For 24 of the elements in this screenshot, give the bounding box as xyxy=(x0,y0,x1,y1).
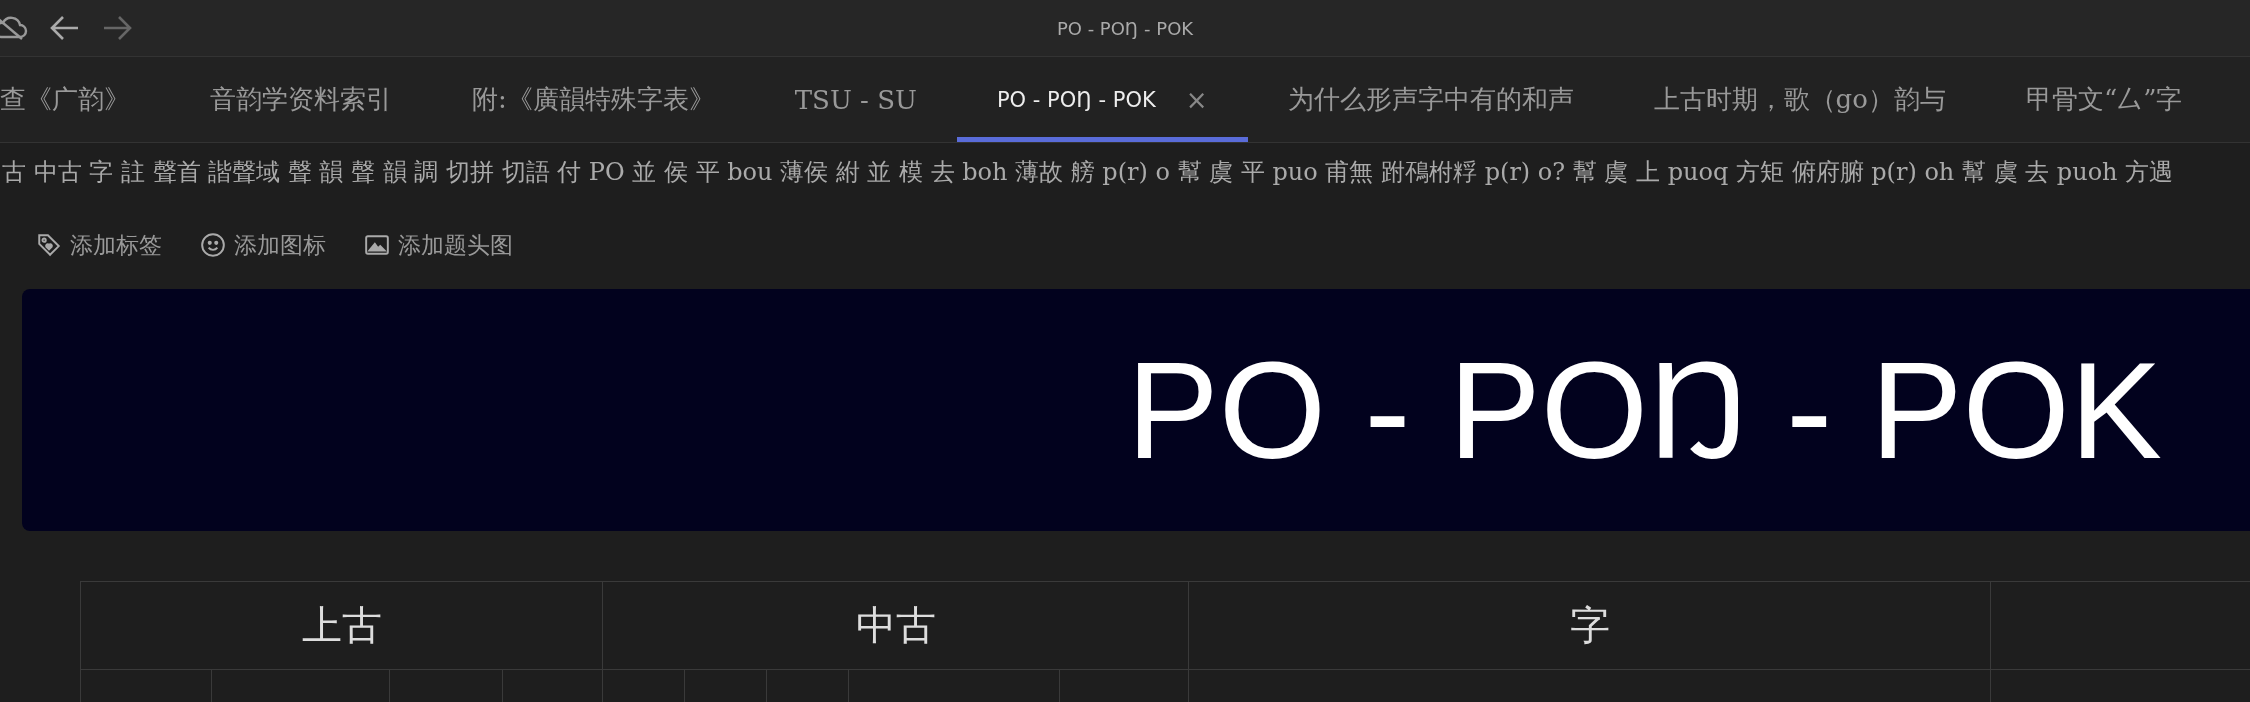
table-header-cell: 上古 xyxy=(80,581,603,670)
tab[interactable]: TSU - SU xyxy=(754,57,957,142)
forward-arrow-icon[interactable] xyxy=(102,15,132,41)
add-button[interactable]: 添加题头图 xyxy=(364,229,513,261)
tag-icon xyxy=(36,232,62,258)
tab[interactable]: 甲骨文“厶”字 xyxy=(1985,57,2223,142)
table-header-cell: 中古 xyxy=(602,581,1189,670)
add-button[interactable]: 添加标签 xyxy=(36,229,162,261)
page-title: PO - POŊ - POK xyxy=(1126,341,2162,479)
image-icon xyxy=(364,232,390,258)
tab[interactable]: 附:《廣韻特殊字表》 xyxy=(432,57,755,142)
table-header-cell: 字 xyxy=(1188,581,1991,670)
tab[interactable]: PO - POŊ - POK × xyxy=(956,57,1248,142)
tab[interactable]: 音韵学资料索引 xyxy=(170,57,432,142)
close-icon[interactable]: × xyxy=(1185,84,1208,115)
cloud-off-icon[interactable] xyxy=(0,14,28,42)
back-arrow-icon[interactable] xyxy=(50,15,80,41)
tab[interactable]: 为什么形声字中有的和声 xyxy=(1247,57,1614,142)
tab[interactable]: 查《广韵》 xyxy=(0,57,170,142)
window-title: PO - POŊ - POK xyxy=(1056,17,1194,39)
tab[interactable]: 上古时期，歌（go）韵与 xyxy=(1613,57,1986,142)
outline-text: 古 中古 字 註 聲首 諧聲域 聲 韻 聲 韻 調 切拼 切語 付 PO 並 侯 平 bou 薄侯 紨 並 模 去 boh 薄故 艕 p(r) o 幫 虞 平 puo 甫無 跗鴀柎粰 p(r) o? 幫 虞 上 puoq 方矩 俯府腑 p(r) oh 幫 虞 去 puoh 方遇 xyxy=(2,157,2174,188)
add-button[interactable]: 添加图标 xyxy=(200,229,326,261)
smiley-icon xyxy=(200,232,226,258)
